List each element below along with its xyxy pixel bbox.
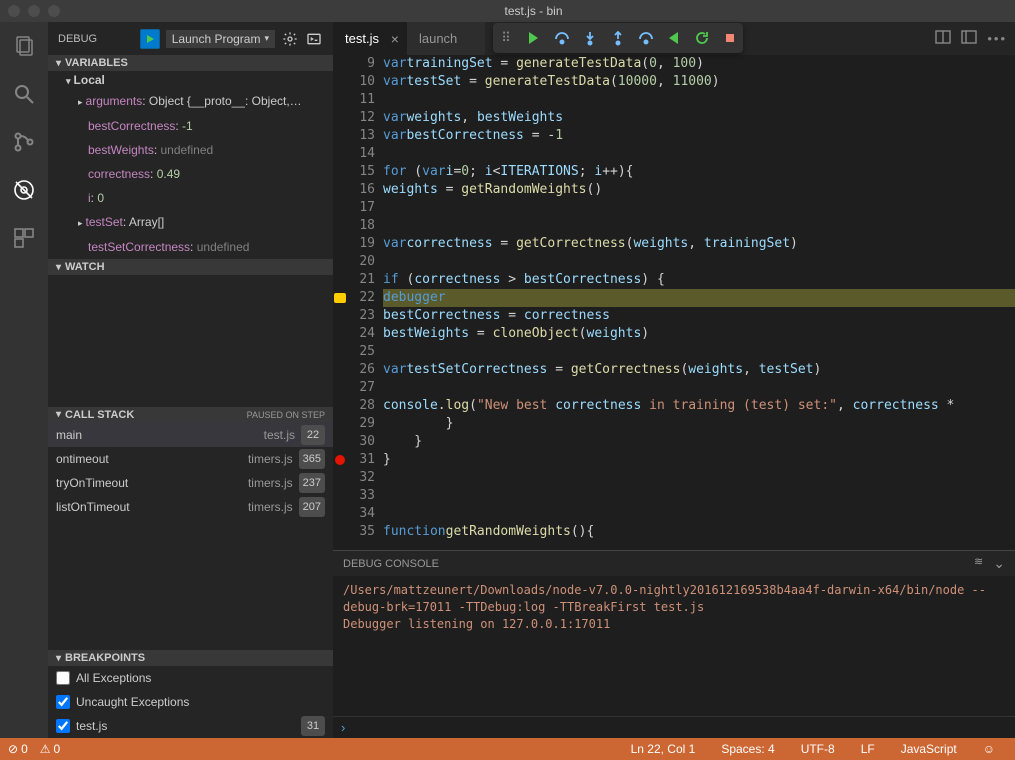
callstack-header[interactable]: ▾CALL STACKPAUSED ON STEP	[48, 407, 333, 423]
window-controls[interactable]	[8, 5, 60, 17]
variable-row[interactable]: arguments: Object {__proto__: Object,…	[48, 89, 333, 114]
editor-tab[interactable]: test.js×	[333, 22, 407, 55]
variable-row[interactable]: bestCorrectness: -1	[48, 114, 333, 138]
collapse-console-icon[interactable]: ⌄	[993, 555, 1005, 572]
console-icon[interactable]	[305, 30, 323, 48]
sidebar-title: DEBUG	[58, 33, 134, 45]
breakpoint-checkbox[interactable]	[56, 695, 70, 709]
callstack-row[interactable]: tryOnTimeouttimers.js237	[48, 471, 333, 495]
editor-area: test.js×launch ⠿ ••• 9101112131415161718…	[333, 22, 1015, 738]
callstack-body: maintest.js22ontimeouttimers.js365tryOnT…	[48, 423, 333, 519]
breakpoint-checkbox[interactable]	[56, 671, 70, 685]
code-editor[interactable]: 9101112131415161718192021222324252627282…	[333, 55, 1015, 550]
breakpoints-header[interactable]: ▾BREAKPOINTS	[48, 650, 333, 666]
titlebar: test.js - bin	[0, 0, 1015, 22]
explorer-icon[interactable]	[10, 32, 38, 60]
config-dropdown[interactable]: Launch Program ▾	[166, 30, 275, 48]
callstack-row[interactable]: ontimeouttimers.js365	[48, 447, 333, 471]
feedback-icon[interactable]: ☺	[983, 742, 995, 756]
breakpoint-checkbox[interactable]	[56, 719, 70, 733]
status-indent[interactable]: Spaces: 4	[721, 742, 774, 756]
editor-tabs: test.js×launch ⠿ •••	[333, 22, 1015, 55]
editor-tab[interactable]: launch	[407, 22, 485, 55]
close-icon[interactable]: ×	[391, 31, 399, 47]
callstack-row[interactable]: maintest.js22	[48, 423, 333, 447]
stop-button[interactable]	[721, 25, 739, 51]
search-icon[interactable]	[10, 80, 38, 108]
status-cursor[interactable]: Ln 22, Col 1	[631, 742, 696, 756]
minimize-window[interactable]	[28, 5, 40, 17]
status-bar: ⊘ 0 ⚠ 0 Ln 22, Col 1 Spaces: 4 UTF-8 LF …	[0, 738, 1015, 760]
variable-row[interactable]: testSetCorrectness: undefined	[48, 235, 333, 259]
restart-button[interactable]	[693, 25, 711, 51]
watch-body	[48, 275, 333, 407]
debug-console-output: /Users/mattzeunert/Downloads/node-v7.0.0…	[333, 576, 1015, 716]
watch-header[interactable]: ▾WATCH	[48, 259, 333, 275]
status-encoding[interactable]: UTF-8	[801, 742, 835, 756]
continue-button[interactable]	[525, 25, 543, 51]
start-debug-button[interactable]	[140, 29, 160, 49]
debug-toolbar: ⠿	[493, 23, 743, 53]
status-warnings[interactable]: ⚠ 0	[40, 742, 60, 756]
variable-row[interactable]: bestWeights: undefined	[48, 138, 333, 162]
variable-row[interactable]: testSet: Array[]	[48, 210, 333, 235]
activity-bar	[0, 22, 48, 738]
scope-local[interactable]: Local	[48, 71, 333, 89]
status-errors[interactable]: ⊘ 0	[8, 742, 28, 756]
breakpoints-body: All ExceptionsUncaught Exceptionstest.js…	[48, 666, 333, 738]
status-eol[interactable]: LF	[861, 742, 875, 756]
step-over-button[interactable]	[553, 25, 571, 51]
source-control-icon[interactable]	[10, 128, 38, 156]
close-window[interactable]	[8, 5, 20, 17]
debug-sidebar: DEBUG Launch Program ▾ ▾VARIABLES Local …	[48, 22, 333, 738]
layout-icon[interactable]	[961, 29, 977, 48]
step-out-button[interactable]	[609, 25, 627, 51]
extensions-icon[interactable]	[10, 224, 38, 252]
window-title: test.js - bin	[60, 4, 1007, 18]
variable-row[interactable]: i: 0	[48, 186, 333, 210]
clear-console-icon[interactable]: ≋	[974, 555, 983, 572]
step-into-button[interactable]	[581, 25, 599, 51]
step-back-button[interactable]	[637, 25, 655, 51]
variables-body: Local arguments: Object {__proto__: Obje…	[48, 71, 333, 259]
split-editor-icon[interactable]	[935, 29, 951, 48]
variable-row[interactable]: correctness: 0.49	[48, 162, 333, 186]
reverse-button[interactable]	[665, 25, 683, 51]
zoom-window[interactable]	[48, 5, 60, 17]
debug-icon[interactable]	[10, 176, 38, 204]
gear-icon[interactable]	[281, 30, 299, 48]
drag-handle-icon[interactable]: ⠿	[497, 25, 515, 51]
breakpoint-row[interactable]: All Exceptions	[48, 666, 333, 690]
more-icon[interactable]: •••	[987, 31, 1007, 46]
callstack-row[interactable]: listOnTimeouttimers.js207	[48, 495, 333, 519]
breakpoint-row[interactable]: test.js31	[48, 714, 333, 738]
debug-console-input[interactable]: ›	[333, 716, 1015, 738]
variables-header[interactable]: ▾VARIABLES	[48, 55, 333, 71]
status-language[interactable]: JavaScript	[901, 742, 957, 756]
debug-console-header[interactable]: DEBUG CONSOLE ≋ ⌄	[333, 550, 1015, 576]
breakpoint-row[interactable]: Uncaught Exceptions	[48, 690, 333, 714]
